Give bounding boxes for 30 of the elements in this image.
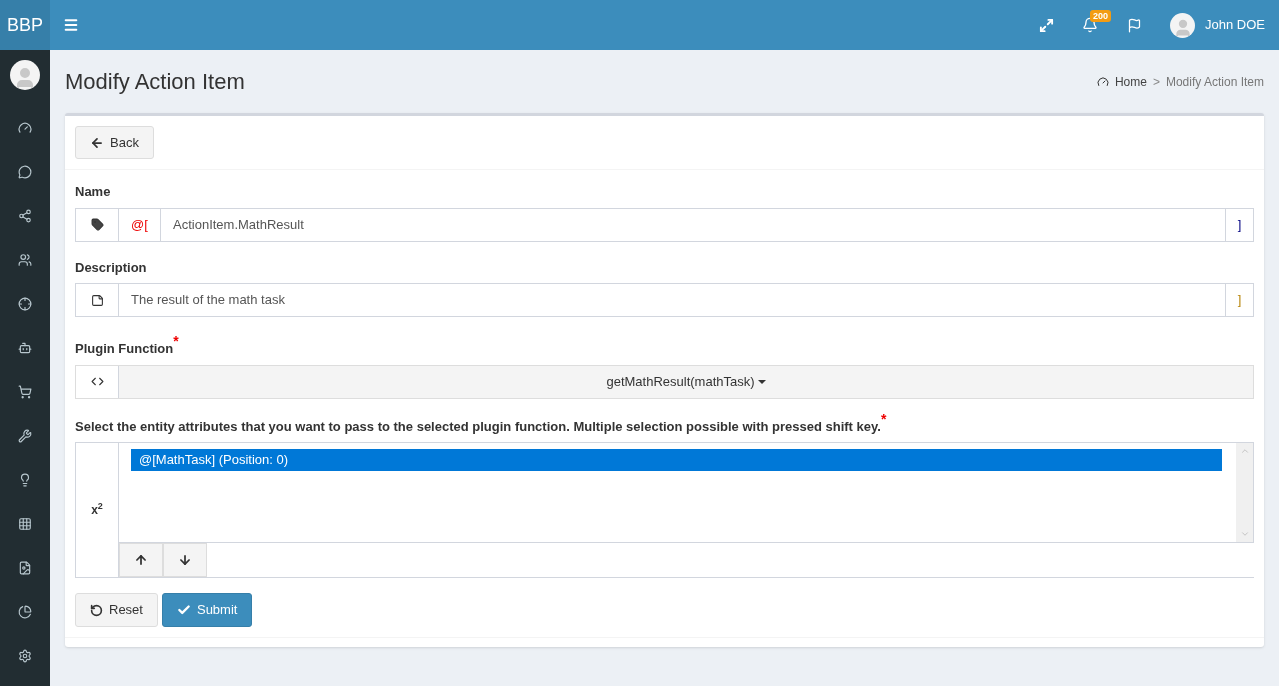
bell-icon[interactable] [1082,17,1098,33]
description-field[interactable]: The result of the math task ] [75,283,1254,317]
plugin-function-dropdown[interactable]: getMathResult(mathTask) [119,365,1253,398]
suffix-text: ] [1225,284,1253,316]
field-label: Description [75,258,148,277]
reset-icon [90,603,103,617]
list-option[interactable]: @[MathTask] (Position: 0) [131,449,1222,471]
attribute-listbox[interactable]: @[MathTask] (Position: 0) [119,443,1254,543]
brand-logo[interactable]: BBP [0,0,50,50]
back-button[interactable]: Back [75,126,154,159]
field-label: Name [75,183,112,201]
breadcrumb-current: Modify Action Item [1165,73,1264,91]
notification-count: 200 [1090,10,1112,22]
submit-button[interactable]: Submit [161,593,253,627]
check-icon [176,603,191,617]
name-field[interactable]: @[ ActionItem.MathResult ] [75,207,1254,242]
breadcrumb-separator: > [1152,73,1160,91]
gauge-icon [1096,75,1109,88]
avatar-icon [1170,12,1195,38]
page-title: Modify Action Item [65,68,245,96]
reset-button[interactable]: Reset [75,593,158,627]
move-up-button[interactable] [119,543,163,577]
arrow-up-icon [134,553,148,567]
prefix-text: @[ [119,208,161,241]
move-down-button[interactable] [163,543,207,577]
arrow-down-icon [178,553,192,567]
user-name[interactable]: John DOE [1205,15,1265,35]
breadcrumb-link[interactable]: Home [1114,72,1147,91]
suffix-text: ] [1225,208,1253,241]
avatar-icon [10,60,40,90]
